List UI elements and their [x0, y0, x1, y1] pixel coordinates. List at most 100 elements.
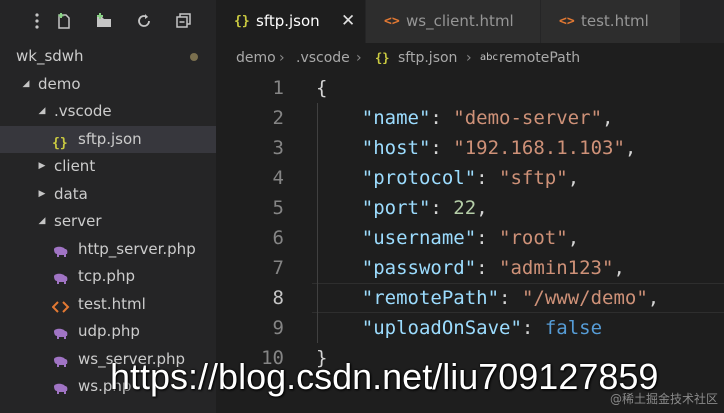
breadcrumb-item-vscode[interactable]: .vscode: [296, 43, 350, 73]
tree-item-label: sftp.json: [78, 129, 142, 148]
line-number: 8: [272, 287, 284, 309]
more-actions-icon[interactable]: [28, 12, 46, 30]
line-number: 1: [272, 77, 284, 99]
tab-bar: {} sftp.json ✕ <> ws_client.html <> test.html: [216, 0, 724, 43]
editor-tab[interactable]: <> ws_client.html: [366, 0, 541, 43]
json-icon: {}: [375, 51, 390, 65]
string-symbol-icon: abc: [480, 52, 498, 63]
tree-item[interactable]: ◢ server: [0, 208, 216, 235]
code-token: ,: [613, 257, 625, 279]
breadcrumb-item-file[interactable]: sftp.json: [398, 43, 457, 73]
chevron-right-icon[interactable]: ▶: [36, 153, 48, 180]
code-token: "root": [499, 227, 568, 249]
code-token: :: [476, 257, 500, 279]
code-token: :: [430, 107, 454, 129]
code-token: ,: [647, 287, 660, 309]
watermark-source: @稀土掘金技术社区: [609, 392, 718, 406]
code-line[interactable]: "remotePath": "/www/demo",: [316, 283, 659, 313]
breadcrumb-separator: ›: [466, 50, 472, 66]
chevron-down-icon[interactable]: ◢: [36, 98, 48, 125]
modified-dot-icon: [190, 53, 198, 61]
php-elephant-icon: [52, 379, 68, 395]
tree-item-label: server: [54, 212, 102, 230]
code-token: ,: [567, 227, 580, 249]
php-elephant-icon: [52, 242, 68, 258]
code-line[interactable]: "name": "demo-server",: [316, 103, 614, 133]
code-token: "username": [361, 227, 477, 249]
code-line[interactable]: "username": "root",: [316, 223, 579, 253]
line-number: 7: [272, 257, 284, 279]
new-file-icon[interactable]: [55, 12, 73, 30]
editor-tab[interactable]: <> test.html: [541, 0, 681, 43]
code-token: :: [430, 197, 454, 219]
json-file-icon: {}: [234, 14, 250, 29]
tree-item[interactable]: udp.php: [0, 318, 216, 345]
code-token: :: [430, 137, 454, 159]
code-token: ,: [624, 137, 637, 159]
tree-item[interactable]: test.html: [0, 291, 216, 318]
tree-item[interactable]: http_server.php: [0, 236, 216, 263]
code-token: "demo-server": [453, 107, 603, 129]
code-token: :: [476, 227, 500, 249]
code-token: {: [316, 77, 328, 99]
tree-item-label: test.html: [78, 294, 146, 313]
chevron-down-icon[interactable]: ◢: [20, 71, 32, 98]
code-token: "sftp": [499, 167, 568, 189]
code-token: :: [499, 287, 522, 309]
line-number: 3: [272, 137, 284, 159]
new-folder-icon[interactable]: [95, 12, 113, 30]
php-elephant-icon: [52, 324, 68, 340]
tree-item[interactable]: ◢ .vscode: [0, 98, 216, 125]
code-token: "host": [361, 137, 431, 159]
breadcrumb-item-symbol[interactable]: remotePath: [499, 43, 580, 73]
tree-item[interactable]: {} sftp.json: [0, 125, 216, 153]
explorer-sidebar: wk_sdwh ◢ demo ◢ .vscode {} sftp.json ▶ client ▶ d…: [0, 0, 216, 413]
code-token: "password": [361, 257, 477, 279]
tree-item[interactable]: ▶ client: [0, 153, 216, 180]
tree-item-label: tcp.php: [78, 267, 135, 285]
tree-item[interactable]: tcp.php: [0, 263, 216, 290]
code-line[interactable]: "host": "192.168.1.103",: [316, 133, 637, 163]
close-icon[interactable]: ✕: [341, 0, 355, 43]
code-token: ,: [602, 107, 614, 129]
code-line[interactable]: "password": "admin123",: [316, 253, 625, 283]
tree-item-label: http_server.php: [78, 239, 196, 258]
code-token: :: [476, 167, 500, 189]
code-token: "protocol": [361, 167, 477, 189]
code-token: "admin123": [499, 257, 614, 279]
watermark-url: https://blog.csdn.net/liu709127859: [110, 356, 659, 397]
line-number: 5: [272, 197, 284, 219]
line-number: 9: [272, 317, 284, 339]
line-number: 6: [272, 227, 284, 249]
code-line[interactable]: "protocol": "sftp",: [316, 163, 579, 193]
breadcrumb-separator: ›: [279, 50, 285, 66]
tree-item[interactable]: wk_sdwh: [0, 43, 216, 70]
code-line[interactable]: {: [316, 73, 327, 103]
code-token: "remotePath": [361, 287, 500, 309]
breadcrumb-separator: ›: [356, 50, 362, 66]
chevron-down-icon[interactable]: ◢: [36, 208, 48, 235]
code-token: false: [544, 317, 603, 339]
chevron-right-icon[interactable]: ▶: [36, 181, 48, 208]
breadcrumb-item-demo[interactable]: demo: [236, 43, 276, 73]
tree-item[interactable]: ◢ demo: [0, 71, 216, 98]
code-token: ,: [476, 197, 488, 219]
refresh-icon[interactable]: [135, 12, 153, 30]
code-line[interactable]: "uploadOnSave": false: [316, 313, 602, 343]
collapse-all-icon[interactable]: [175, 12, 193, 30]
code-line[interactable]: "port": 22,: [316, 193, 488, 223]
code-token: "192.168.1.103": [453, 137, 625, 159]
explorer-toolbar: [0, 0, 216, 42]
code-token: "/www/demo": [521, 287, 648, 309]
tab-label: sftp.json: [256, 12, 320, 30]
code-token: "name": [361, 107, 431, 129]
editor-tab[interactable]: {} sftp.json ✕: [216, 0, 366, 43]
line-number: 4: [272, 167, 284, 189]
tree-item[interactable]: ▶ data: [0, 181, 216, 208]
